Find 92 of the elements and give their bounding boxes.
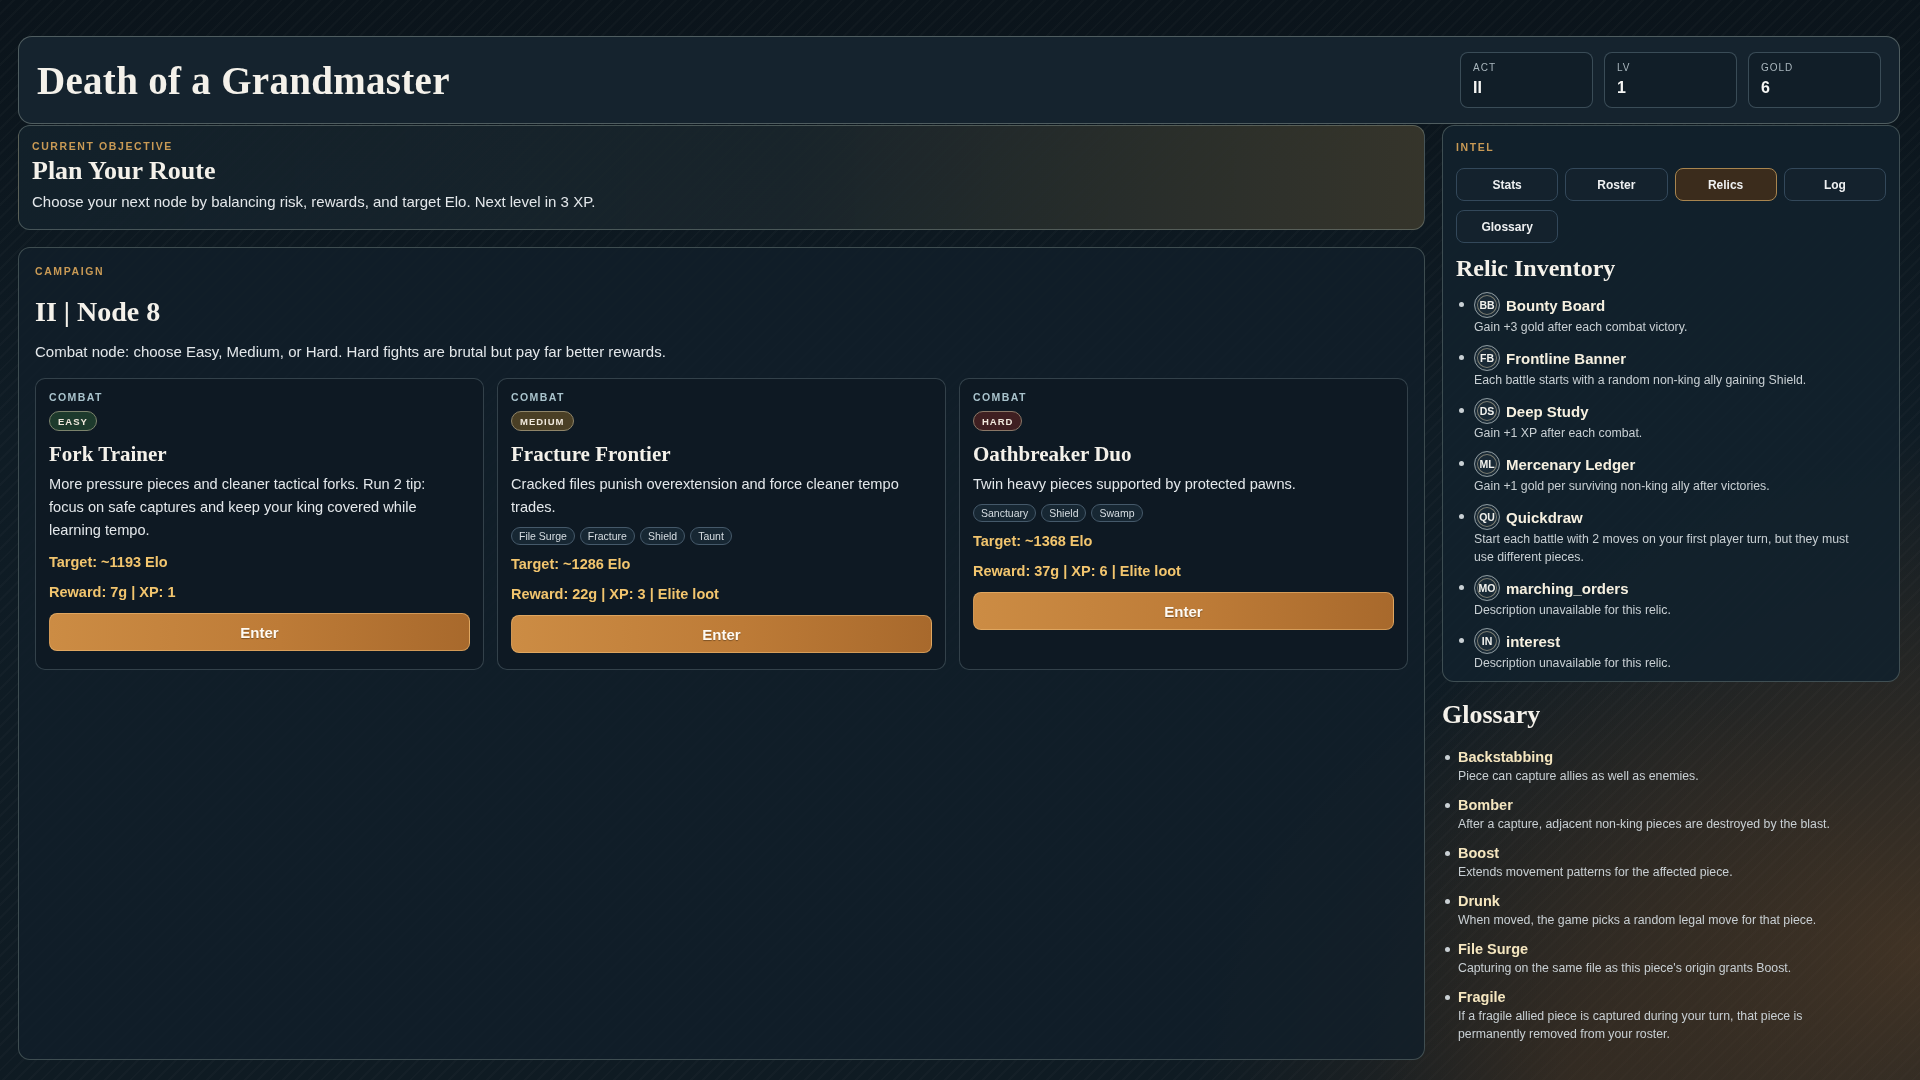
card-description: Cracked files punish overextension and force cleaner tempo trades. <box>511 475 900 517</box>
bullet-icon <box>1445 995 1450 1000</box>
relic-emblem: QU <box>1474 504 1500 530</box>
glossary-definition: After a capture, adjacent non-king pieces are destroyed by the blast. <box>1458 816 1831 833</box>
bullet-icon <box>1459 461 1464 466</box>
target-elo: Target: ~1368 Elo <box>973 532 1093 551</box>
stat-value: 6 <box>1761 78 1771 98</box>
target-elo: Target: ~1286 Elo <box>511 555 631 574</box>
bullet-icon <box>1459 408 1464 413</box>
bullet-icon <box>1445 803 1450 808</box>
section-label: CURRENT OBJECTIVE <box>32 139 174 153</box>
relic-emblem: ML <box>1474 451 1500 477</box>
modifier-tag: File Surge <box>511 527 575 545</box>
glossary-term: Bomber <box>1458 796 1514 815</box>
glossary-definition: Extends movement patterns for the affected piece. <box>1458 864 1734 881</box>
intel-tab[interactable]: Roster <box>1565 168 1668 201</box>
relic-name: Bounty Board <box>1506 296 1606 314</box>
relic-description: Description unavailable for this relic. <box>1474 655 1672 672</box>
relic-name: Deep Study <box>1506 402 1589 420</box>
relic-emblem: FB <box>1474 345 1500 371</box>
glossary-definition: When moved, the game picks a random legal move for that piece. <box>1458 912 1818 929</box>
bullet-icon <box>1445 947 1450 952</box>
modifier-tag: Sanctuary <box>973 504 1037 522</box>
glossary-definition: If a fragile allied piece is captured during your turn, that piece is permanently removed from your roster. <box>1458 1008 1804 1043</box>
bullet-icon <box>1459 585 1464 590</box>
node-category: COMBAT <box>511 391 565 403</box>
node-description: Combat node: choose Easy, Medium, or Hard. Hard fights are brutal but pay far better rewards. <box>35 342 667 362</box>
glossary-heading: Glossary <box>1442 700 1542 730</box>
node-title: II | Node 8 <box>35 296 162 328</box>
objective-text: Choose your next node by balancing risk, rewards, and target Elo. Next level in 3 XP. <box>32 192 597 212</box>
stat-label: LV <box>1617 62 1632 74</box>
relic-emblem: IN <box>1474 628 1500 654</box>
intel-tab[interactable]: Relics <box>1674 168 1777 201</box>
node-category: COMBAT <box>49 391 103 403</box>
stat-label: GOLD <box>1761 62 1795 74</box>
intel-tab[interactable]: Glossary <box>1456 210 1559 243</box>
reward-text: Reward: 22g | XP: 3 | Elite loot <box>511 585 719 604</box>
bullet-icon <box>1445 899 1450 904</box>
bullet-icon <box>1459 514 1464 519</box>
difficulty-badge: MEDIUM <box>511 411 574 431</box>
bullet-icon <box>1445 851 1450 856</box>
game-title: Death of a Grandmaster <box>37 57 450 103</box>
modifier-tag: Shield <box>639 527 686 545</box>
relic-description: Start each battle with 2 moves on your first player turn, but they must use different pieces. <box>1474 531 1850 566</box>
relic-name: marching_orders <box>1506 579 1629 597</box>
relic-name: Frontline Banner <box>1506 349 1626 367</box>
reward-text: Reward: 37g | XP: 6 | Elite loot <box>973 562 1181 581</box>
relic-name: Quickdraw <box>1506 508 1583 526</box>
glossary-term: File Surge <box>1458 940 1530 959</box>
card-title: Fracture Frontier <box>511 441 671 467</box>
relic-description: Gain +3 gold after each combat victory. <box>1474 319 1689 336</box>
relic-description: Gain +1 XP after each combat. <box>1474 425 1644 442</box>
relic-emblem: BB <box>1474 292 1500 318</box>
card-title: Fork Trainer <box>49 441 167 467</box>
glossary-term: Backstabbing <box>1458 748 1555 767</box>
stat-value: II <box>1473 78 1483 98</box>
stat-value: 1 <box>1617 78 1627 98</box>
bullet-icon <box>1459 355 1464 360</box>
difficulty-badge: HARD <box>973 411 1023 431</box>
modifier-tag: Swamp <box>1091 504 1143 522</box>
intel-tab[interactable]: Log <box>1783 168 1886 201</box>
relic-emblem: MO <box>1474 575 1500 601</box>
modifier-tag: Shield <box>1041 504 1087 522</box>
card-description: Twin heavy pieces supported by protected pawns. <box>973 475 1296 494</box>
glossary-term: Drunk <box>1458 892 1501 911</box>
section-label: INTEL <box>1456 140 1496 154</box>
relic-description: Gain +1 gold per surviving non-king ally after victories. <box>1474 478 1771 495</box>
section-label: CAMPAIGN <box>35 264 106 278</box>
relic-description: Each battle starts with a random non-king ally gaining Shield. <box>1474 372 1808 389</box>
relic-description: Description unavailable for this relic. <box>1474 602 1672 619</box>
glossary-term: Fragile <box>1458 988 1507 1007</box>
bullet-icon <box>1459 302 1464 307</box>
difficulty-badge: EASY <box>49 411 97 431</box>
node-category: COMBAT <box>973 391 1027 403</box>
relic-inventory-heading: Relic Inventory <box>1456 254 1617 282</box>
modifier-tag: Taunt <box>690 527 732 545</box>
card-title: Oathbreaker Duo <box>973 441 1132 467</box>
relic-emblem: DS <box>1474 398 1500 424</box>
glossary-term: Boost <box>1458 844 1501 863</box>
glossary-definition: Piece can capture allies as well as enemies. <box>1458 768 1700 785</box>
bullet-icon <box>1445 755 1450 760</box>
relic-name: Mercenary Ledger <box>1506 455 1636 473</box>
glossary-definition: Capturing on the same file as this piece's origin grants Boost. <box>1458 960 1793 977</box>
card-description: More pressure pieces and cleaner tactical forks. Run 2 tip: focus on safe captures and keep your king covered while learning tempo. <box>49 475 427 540</box>
target-elo: Target: ~1193 Elo <box>49 553 168 572</box>
modifier-tag: Fracture <box>579 527 635 545</box>
relic-name: interest <box>1506 632 1561 650</box>
objective-title: Plan Your Route <box>32 156 217 186</box>
stat-label: ACT <box>1473 62 1497 74</box>
reward-text: Reward: 7g | XP: 1 <box>49 583 176 602</box>
intel-tab[interactable]: Stats <box>1456 168 1559 201</box>
bullet-icon <box>1459 638 1464 643</box>
